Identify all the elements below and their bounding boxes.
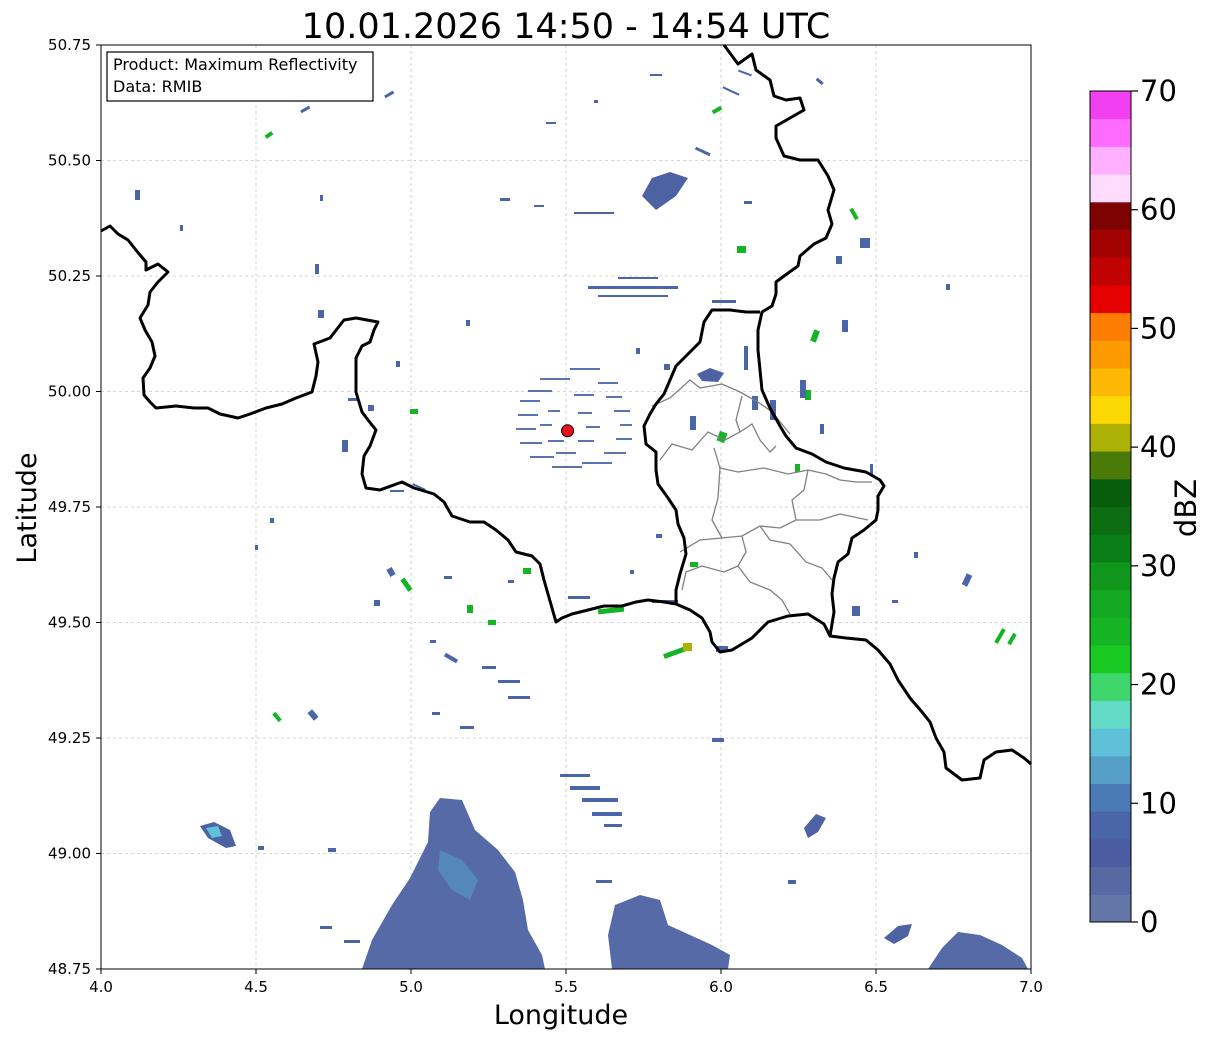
colorbar-segments	[1090, 91, 1131, 923]
colorbar-segment	[1090, 174, 1131, 203]
y-tick-label: 48.75	[48, 960, 91, 978]
colorbar-segment	[1090, 201, 1131, 230]
colorbar-segment	[1090, 229, 1131, 258]
x-tick-label: 6.5	[864, 978, 888, 996]
colorbar-segment	[1090, 811, 1131, 840]
colorbar-segment	[1090, 783, 1131, 812]
colorbar-tick-label: 40	[1140, 430, 1177, 464]
x-tick-label: 5.0	[399, 978, 423, 996]
echo-yellow-cell	[683, 643, 692, 651]
y-tick-label: 49.75	[48, 498, 91, 516]
y-tick-label: 49.50	[48, 614, 91, 632]
colorbar-segment	[1090, 506, 1131, 535]
colorbar-tick-label: 20	[1140, 668, 1177, 702]
colorbar-segment	[1090, 866, 1131, 895]
radar-figure: 10.01.2026 14:50 - 14:54 UTC Product: Ma…	[12, 7, 1203, 1031]
colorbar-tick-label: 0	[1140, 905, 1158, 939]
y-tick-label: 50.25	[48, 267, 91, 285]
colorbar-segment	[1090, 894, 1131, 923]
colorbar-segment	[1090, 312, 1131, 341]
x-axis-title: Longitude	[494, 1000, 628, 1031]
colorbar-segment	[1090, 146, 1131, 175]
colorbar-segment	[1090, 617, 1131, 646]
x-tick-label: 4.5	[244, 978, 268, 996]
y-tick-label: 49.00	[48, 845, 91, 863]
radar-site-marker	[561, 424, 575, 438]
y-tick-label: 50.75	[48, 36, 91, 54]
colorbar-segment	[1090, 118, 1131, 147]
y-tick-label: 50.00	[48, 383, 91, 401]
x-tick-label: 4.0	[89, 978, 113, 996]
map-plot-area: Product: Maximum Reflectivity Data: RMIB	[100, 44, 1032, 970]
y-tick-label: 50.50	[48, 152, 91, 170]
colorbar-segment	[1090, 534, 1131, 563]
colorbar-tick-label: 30	[1140, 549, 1177, 583]
colorbar-segment	[1090, 728, 1131, 757]
colorbar-segment	[1090, 91, 1131, 120]
colorbar-segment	[1090, 451, 1131, 480]
colorbar-segment	[1090, 838, 1131, 868]
x-tick-label: 7.0	[1019, 978, 1043, 996]
y-tick-label: 49.25	[48, 729, 91, 747]
info-box: Product: Maximum Reflectivity Data: RMIB	[106, 51, 374, 102]
x-axis: 4.0 4.5 5.0 5.5 6.0 6.5 7.0	[89, 969, 1043, 996]
colorbar-tick-label: 60	[1140, 193, 1177, 227]
colorbar-segment	[1090, 755, 1131, 784]
colorbar-tick-label: 10	[1140, 786, 1177, 820]
colorbar-label: dBZ	[1169, 479, 1203, 537]
chart-title: 10.01.2026 14:50 - 14:54 UTC	[302, 7, 831, 47]
y-axis-title: Latitude	[12, 452, 43, 563]
colorbar-segment	[1090, 700, 1131, 729]
colorbar-segment	[1090, 395, 1131, 424]
x-tick-label: 6.0	[709, 978, 733, 996]
x-tick-label: 5.5	[554, 978, 578, 996]
colorbar-segment	[1090, 672, 1131, 701]
colorbar-segment	[1090, 561, 1131, 591]
colorbar-segment	[1090, 589, 1131, 618]
colorbar-segment	[1090, 284, 1131, 314]
colorbar-segment	[1090, 645, 1131, 674]
colorbar: 0 10 20 30 40 50 60 70 dBZ	[1089, 74, 1203, 939]
colorbar-segment	[1090, 340, 1131, 369]
y-axis: 48.75 49.00 49.25 49.50 49.75 50.00 50.25 50.50…	[48, 36, 101, 978]
info-data-text: Data: RMIB	[113, 77, 202, 96]
info-product-text: Product: Maximum Reflectivity	[113, 55, 357, 74]
colorbar-segment	[1090, 478, 1131, 507]
colorbar-segment	[1090, 257, 1131, 286]
colorbar-segment	[1090, 423, 1131, 452]
colorbar-segment	[1090, 368, 1131, 397]
colorbar-tick-label: 70	[1140, 74, 1177, 108]
colorbar-tick-label: 50	[1140, 311, 1177, 345]
